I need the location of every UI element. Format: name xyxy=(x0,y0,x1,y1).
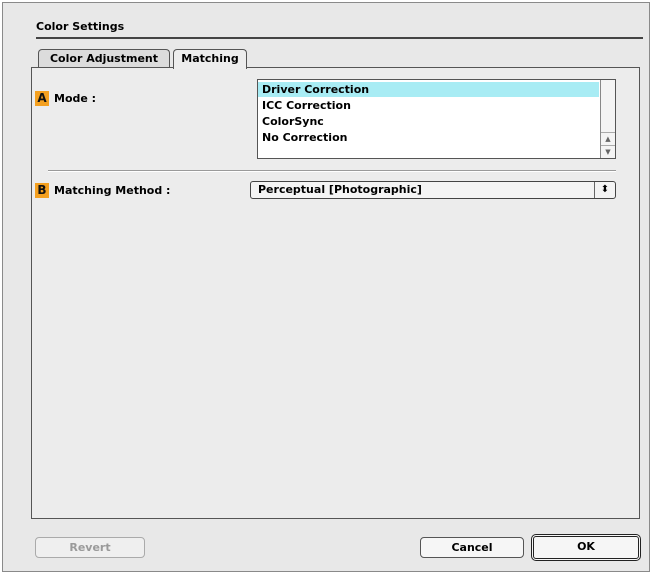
cancel-button[interactable]: Cancel xyxy=(420,537,524,558)
section-divider xyxy=(48,170,616,172)
scroll-down-arrow-icon[interactable]: ▼ xyxy=(601,145,615,158)
mode-label: Mode : xyxy=(54,92,97,105)
tab-color-adjustment[interactable]: Color Adjustment xyxy=(38,49,170,67)
revert-button[interactable]: Revert xyxy=(35,537,145,558)
scroll-up-arrow-icon[interactable]: ▲ xyxy=(601,132,615,145)
dialog-title: Color Settings xyxy=(36,20,125,33)
mode-option-driver-correction[interactable]: Driver Correction xyxy=(258,82,599,97)
matching-method-select[interactable]: Perceptual [Photographic] ⬍ xyxy=(250,181,616,199)
badge-a: A xyxy=(35,91,49,106)
mode-listbox[interactable]: Driver Correction ICC Correction ColorSy… xyxy=(257,79,616,159)
title-divider xyxy=(36,37,643,39)
mode-option-colorsync[interactable]: ColorSync xyxy=(258,114,599,129)
tab-matching[interactable]: Matching xyxy=(173,49,247,69)
mode-option-no-correction[interactable]: No Correction xyxy=(258,130,599,145)
badge-b: B xyxy=(35,183,49,198)
ok-button[interactable]: OK xyxy=(531,534,641,561)
mode-option-icc-correction[interactable]: ICC Correction xyxy=(258,98,599,113)
mode-scrollbar[interactable]: ▲ ▼ xyxy=(600,80,615,158)
updown-arrows-icon: ⬍ xyxy=(594,182,615,198)
matching-method-value: Perceptual [Photographic] xyxy=(258,183,422,196)
matching-method-label: Matching Method : xyxy=(54,184,171,197)
